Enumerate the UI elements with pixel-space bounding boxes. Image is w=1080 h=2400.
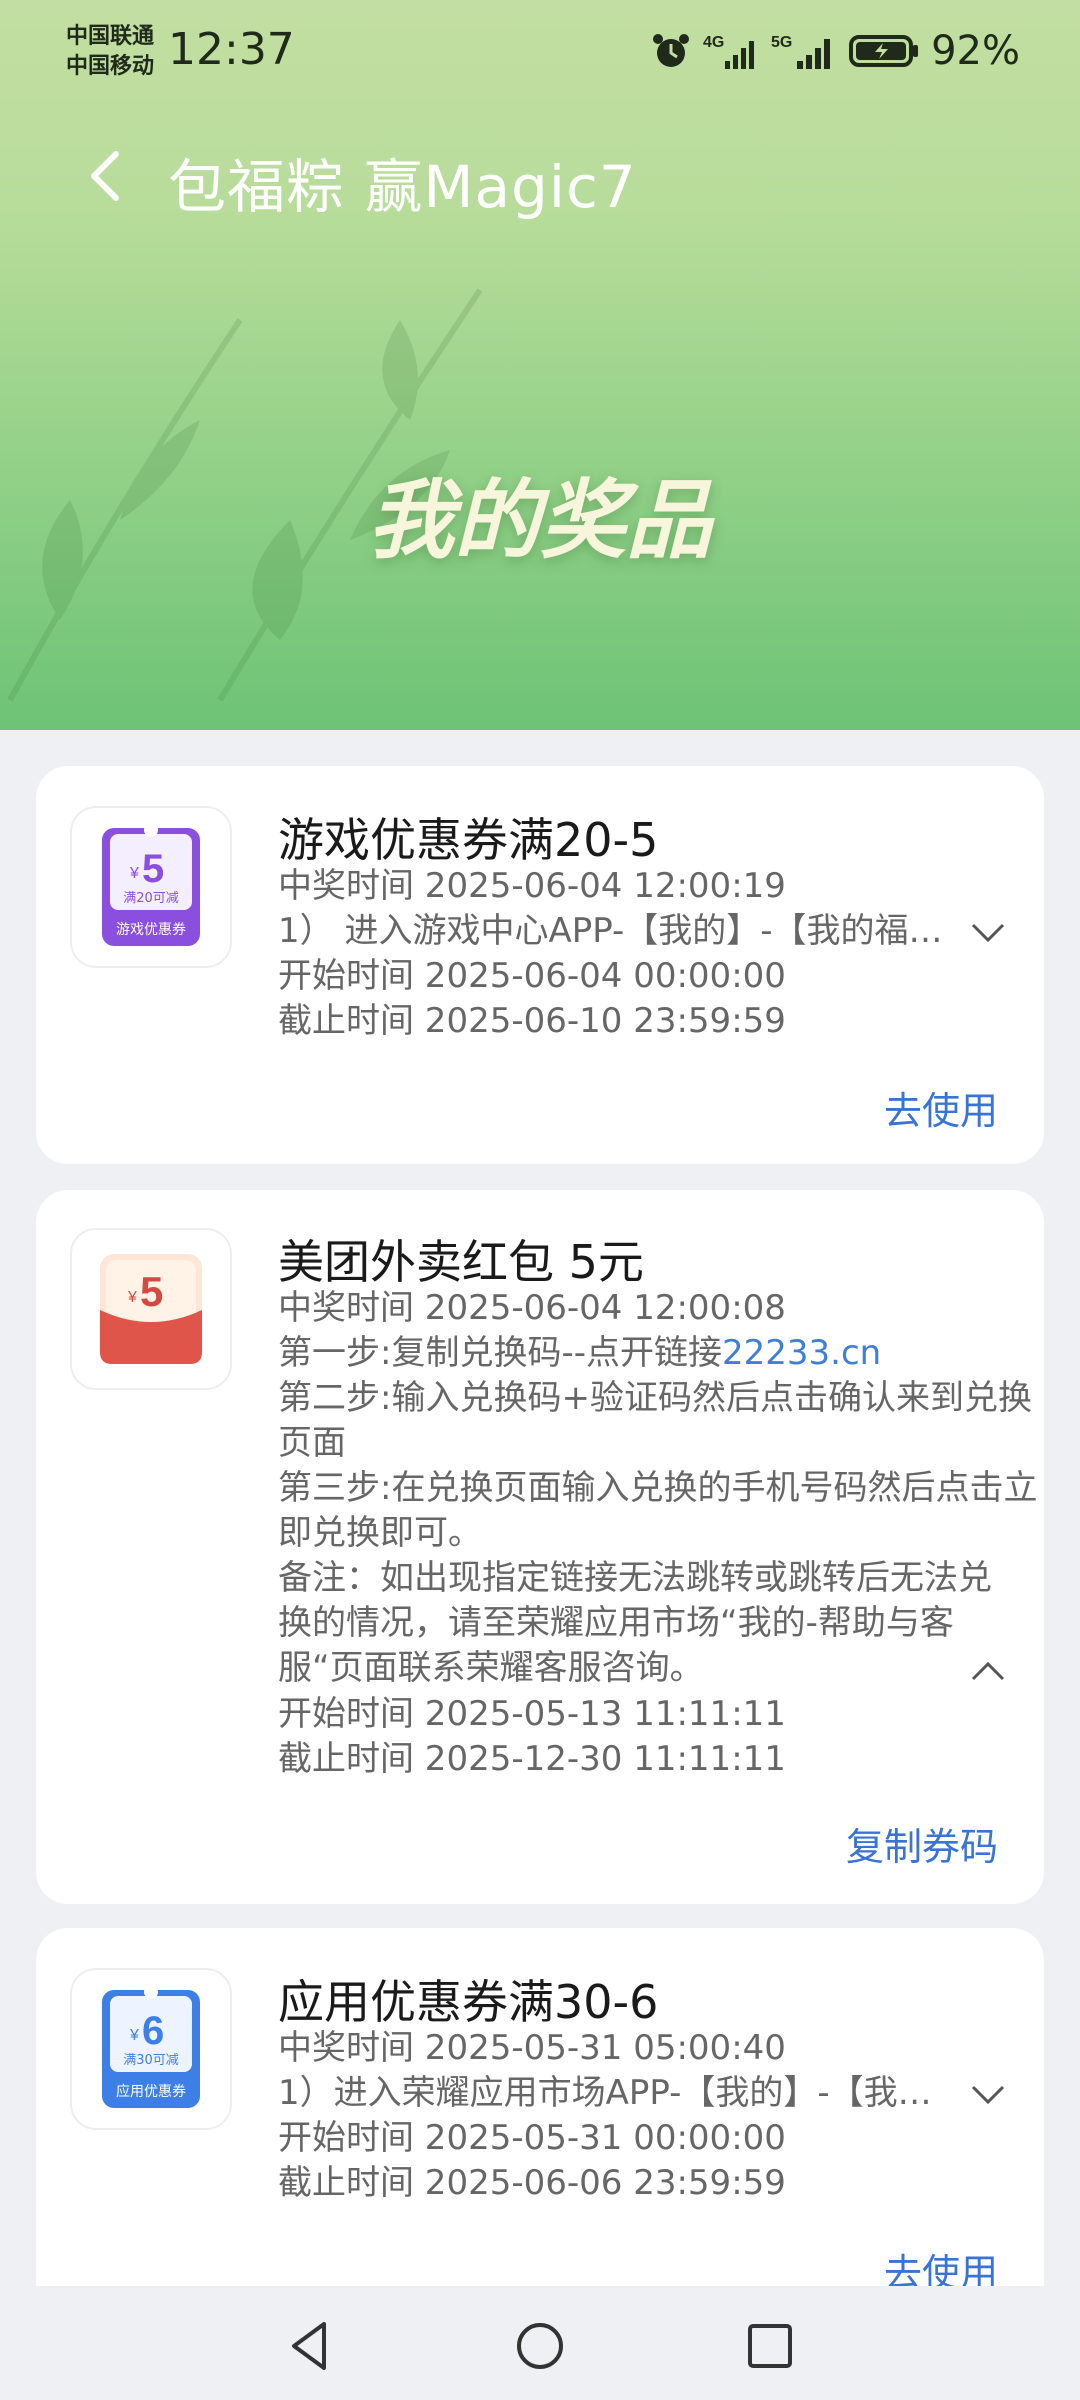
instruction-text: 1）进入荣耀应用市场APP-【我的】-【我… <box>278 2073 932 2113</box>
step-1-text: 第一步:复制兑换码--点开链接22233.cn <box>278 1331 881 1376</box>
coupon-currency: ¥ <box>129 865 139 882</box>
prize-card: ¥ 5 美团外卖红包 5元 中奖时间 2025-06-04 12:00:08 第… <box>36 1190 1044 1904</box>
banner-title: 我的奖品 <box>368 471 712 571</box>
chevron-up-icon[interactable] <box>970 1660 1006 1682</box>
back-triangle-icon[interactable] <box>280 2316 340 2376</box>
prize-title: 游戏优惠券满20-5 <box>278 813 659 867</box>
carrier-2: 中国移动 <box>66 54 155 79</box>
alarm-icon <box>653 34 690 67</box>
coupon-amount: 6 <box>142 2009 164 2053</box>
redeem-link[interactable]: 22233.cn <box>722 1333 881 1373</box>
prize-title: 美团外卖红包 5元 <box>278 1235 644 1289</box>
note-text: 备注：如出现指定链接无法跳转或跳转后无法兑换的情况，请至荣耀应用市场“我的-帮助… <box>278 1558 992 1688</box>
coupon-thumbnail: ¥ 5 <box>70 1228 232 1390</box>
start-time: 开始时间 2025-06-04 00:00:00 <box>278 956 786 996</box>
win-time: 中奖时间 2025-06-04 12:00:08 <box>278 1288 786 1328</box>
start-time: 开始时间 2025-05-31 00:00:00 <box>278 2118 786 2158</box>
coupon-currency: ¥ <box>129 2027 139 2044</box>
svg-text:5G: 5G <box>771 34 792 51</box>
header-banner: 中国联通 中国移动 12:37 4G 5G 92% 包福粽 赢Magic7 我的… <box>0 0 1080 730</box>
battery-percent: 92% <box>931 28 1020 74</box>
chevron-down-icon[interactable] <box>970 2084 1006 2106</box>
prize-card: ¥ 6 满30可减 应用优惠券 应用优惠券满30-6 中奖时间 2025-05-… <box>36 1928 1044 2328</box>
coupon-amount: 5 <box>142 847 164 891</box>
red-packet-icon: ¥ 5 <box>100 1254 202 1364</box>
app-coupon-icon: ¥ 6 满30可减 应用优惠券 <box>102 1985 200 2108</box>
game-coupon-icon: ¥ 5 满20可减 游戏优惠券 <box>102 823 200 946</box>
end-time: 截止时间 2025-12-30 11:11:11 <box>278 1739 786 1779</box>
end-time: 截止时间 2025-06-06 23:59:59 <box>278 2163 786 2203</box>
signal-4g-icon: 4G <box>703 34 755 69</box>
status-icons: 4G 5G 92% <box>651 28 1020 74</box>
system-nav-bar <box>0 2286 1080 2400</box>
start-time: 开始时间 2025-05-13 11:11:11 <box>278 1694 786 1734</box>
coupon-label: 应用优惠券 <box>116 2083 186 2100</box>
step-2-text: 第二步:输入兑换码+验证码然后点击确认来到兑换页面 <box>278 1378 1032 1463</box>
copy-code-button[interactable]: 复制券码 <box>846 1816 998 1871</box>
carrier-1: 中国联通 <box>66 24 155 49</box>
step-3-text: 第三步:在兑换页面输入兑换的手机号码然后点击立即兑换即可。 <box>278 1468 1038 1553</box>
coupon-condition: 满20可减 <box>123 891 179 906</box>
use-button[interactable]: 去使用 <box>884 1080 998 1135</box>
coupon-condition: 满30可减 <box>123 2053 179 2068</box>
prize-card: ¥ 5 满20可减 游戏优惠券 游戏优惠券满20-5 中奖时间 2025-06-… <box>36 766 1044 1164</box>
back-arrow-icon[interactable] <box>80 146 140 206</box>
page-title: 包福粽 赢Magic7 <box>168 153 637 221</box>
home-circle-icon[interactable] <box>510 2316 570 2376</box>
coupon-thumbnail: ¥ 6 满30可减 应用优惠券 <box>70 1968 232 2130</box>
end-time: 截止时间 2025-06-10 23:59:59 <box>278 1001 786 1041</box>
clock: 12:37 <box>168 24 295 75</box>
win-time: 中奖时间 2025-06-04 12:00:19 <box>278 866 786 906</box>
win-time: 中奖时间 2025-05-31 05:00:40 <box>278 2028 786 2068</box>
svg-text:4G: 4G <box>703 34 724 51</box>
instruction-text: 1） 进入游戏中心APP-【我的】-【我的福… <box>278 911 943 951</box>
chevron-down-icon[interactable] <box>970 922 1006 944</box>
status-bar: 中国联通 中国移动 12:37 4G 5G 92% <box>0 0 1080 110</box>
coupon-amount: 5 <box>140 1268 163 1315</box>
signal-5g-icon: 5G <box>771 34 831 69</box>
title-bar: 包福粽 赢Magic7 <box>0 120 1080 230</box>
carrier-labels: 中国联通 中国移动 <box>66 22 154 82</box>
coupon-currency: ¥ <box>127 1289 137 1306</box>
step-1-label: 第一步:复制兑换码--点开链接 <box>278 1333 722 1373</box>
prize-title: 应用优惠券满30-6 <box>278 1975 659 2029</box>
recents-square-icon[interactable] <box>740 2316 800 2376</box>
battery-charging-icon <box>849 35 919 67</box>
coupon-label: 游戏优惠券 <box>116 922 186 938</box>
coupon-thumbnail: ¥ 5 满20可减 游戏优惠券 <box>70 806 232 968</box>
